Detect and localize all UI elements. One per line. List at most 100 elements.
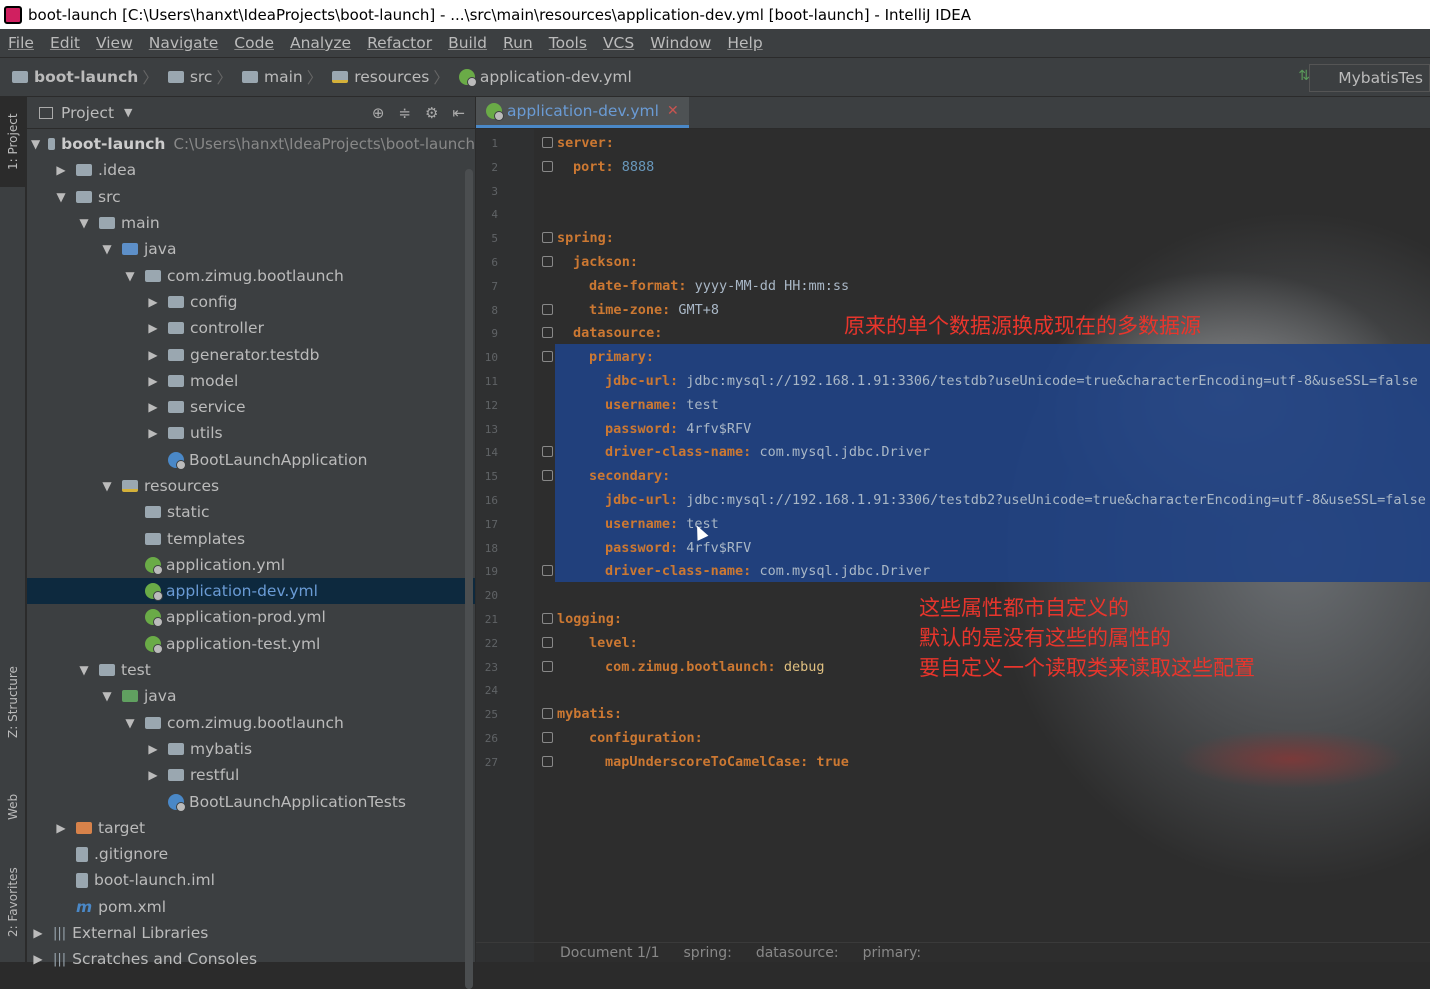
tree-item[interactable]: application-test.yml	[27, 631, 475, 657]
tree-item[interactable]: static	[27, 499, 475, 525]
gear-icon[interactable]: ⚙	[425, 104, 438, 122]
chevron-right-icon[interactable]: ▶	[146, 374, 160, 388]
tree-item[interactable]: ▶ mybatis	[27, 736, 475, 762]
tree-item[interactable]: application.yml	[27, 552, 475, 578]
tree-item[interactable]: .gitignore	[27, 841, 475, 867]
menu-item-tools[interactable]: Tools	[549, 34, 587, 52]
chevron-down-icon[interactable]: ▼	[100, 479, 114, 493]
fold-marker-icon[interactable]	[542, 732, 553, 743]
tree-item[interactable]: BootLaunchApplicationTests	[27, 788, 475, 814]
tree-item[interactable]: ▼ java	[27, 236, 475, 262]
chevron-right-icon[interactable]: ▶	[54, 821, 68, 835]
tree-item[interactable]: ▶ ||| External Libraries	[27, 920, 475, 946]
code-area[interactable]: 1 server: 2 port: 8888 3 4 5 spring: 6 jackson: 7 d…	[476, 129, 1430, 962]
editor-breadcrumb-item[interactable]: primary:	[863, 945, 922, 961]
tree-item[interactable]: templates	[27, 525, 475, 551]
fold-marker-icon[interactable]	[542, 470, 553, 482]
menu-item-code[interactable]: Code	[234, 34, 274, 52]
breadcrumb-item[interactable]: resources 〉	[332, 66, 453, 88]
fold-marker-icon[interactable]	[542, 565, 553, 577]
tab-application-dev-yml[interactable]: application-dev.yml ✕	[476, 97, 689, 128]
menu-item-build[interactable]: Build	[448, 34, 487, 52]
chevron-right-icon[interactable]: ▶	[146, 400, 160, 414]
hide-icon[interactable]: ⇤	[452, 104, 465, 122]
project-panel-title[interactable]: Project	[61, 104, 114, 122]
fold-marker-icon[interactable]	[542, 160, 553, 172]
tree-item[interactable]: ▼ test	[27, 657, 475, 683]
tree-item[interactable]: ▶ config	[27, 289, 475, 315]
menu-item-view[interactable]: View	[96, 34, 133, 52]
chevron-right-icon[interactable]: ▶	[54, 163, 68, 177]
collapse-icon[interactable]: ≑	[398, 104, 411, 122]
chevron-right-icon[interactable]: ▶	[146, 768, 160, 782]
chevron-down-icon[interactable]: ▼	[100, 242, 114, 256]
tree-item[interactable]: ▶ utils	[27, 420, 475, 446]
tree-item[interactable]: application-dev.yml	[27, 578, 475, 605]
menu-item-analyze[interactable]: Analyze	[290, 34, 351, 52]
tree-item[interactable]: ▶ service	[27, 394, 475, 420]
fold-marker-icon[interactable]	[542, 613, 553, 624]
tree-item[interactable]: ▼ com.zimug.bootlaunch	[27, 262, 475, 288]
editor-breadcrumb-item[interactable]: datasource:	[756, 945, 839, 961]
tree-item[interactable]: m pom.xml	[27, 894, 475, 920]
tree-item[interactable]: ▶ ||| Scratches and Consoles	[27, 946, 475, 972]
menu-item-file[interactable]: File	[8, 34, 34, 52]
fold-marker-icon[interactable]	[542, 446, 553, 458]
tree-item[interactable]: ▶ .idea	[27, 157, 475, 183]
chevron-down-icon[interactable]: ▼	[54, 190, 68, 204]
tree-item[interactable]: ▶ model	[27, 368, 475, 394]
tree-item[interactable]: application-prod.yml	[27, 604, 475, 630]
tree-item[interactable]: ▼ resources	[27, 473, 475, 499]
chevron-down-icon[interactable]: ▼	[123, 269, 137, 283]
menu-item-help[interactable]: Help	[727, 34, 762, 52]
editor-breadcrumb-item[interactable]: spring:	[684, 945, 732, 961]
chevron-down-icon[interactable]: ▼	[100, 689, 114, 703]
tree-item[interactable]: ▼ src	[27, 184, 475, 210]
chevron-down-icon[interactable]: ▼	[123, 716, 137, 730]
tree-item[interactable]: ▶ generator.testdb	[27, 341, 475, 367]
fold-marker-icon[interactable]	[542, 660, 553, 672]
menu-item-window[interactable]: Window	[650, 34, 711, 52]
chevron-down-icon[interactable]: ▼	[77, 663, 91, 677]
fold-marker-icon[interactable]	[542, 256, 553, 267]
tab-project[interactable]: 1: Project	[0, 97, 26, 187]
tab-web[interactable]: Web	[0, 777, 26, 837]
tree-item[interactable]: ▼ java	[27, 683, 475, 709]
scrollbar[interactable]	[465, 169, 473, 989]
tree-item[interactable]: boot-launch.iml	[27, 867, 475, 893]
fold-marker-icon[interactable]	[542, 636, 553, 648]
chevron-down-icon[interactable]: ▼	[31, 137, 40, 151]
chevron-down-icon[interactable]: ▼	[124, 106, 132, 119]
fold-marker-icon[interactable]	[542, 137, 553, 148]
fold-marker-icon[interactable]	[542, 351, 553, 363]
tree-item[interactable]: ▶ target	[27, 815, 475, 841]
fold-marker-icon[interactable]	[542, 755, 553, 767]
menu-item-edit[interactable]: Edit	[50, 34, 80, 52]
chevron-down-icon[interactable]: ▼	[77, 216, 91, 230]
chevron-right-icon[interactable]: ▶	[146, 321, 160, 335]
tree-root[interactable]: ▼ boot-launch C:\Users\hanxt\IdeaProject…	[27, 131, 475, 157]
fold-marker-icon[interactable]	[542, 303, 553, 315]
run-config-select[interactable]: MybatisTes	[1309, 64, 1430, 92]
fold-marker-icon[interactable]	[542, 327, 553, 339]
chevron-right-icon[interactable]: ▶	[146, 426, 160, 440]
menu-item-vcs[interactable]: VCS	[603, 34, 634, 52]
chevron-right-icon[interactable]: ▶	[146, 742, 160, 756]
chevron-right-icon[interactable]: ▶	[31, 926, 45, 940]
tree-item[interactable]: ▼ main	[27, 210, 475, 236]
tab-structure[interactable]: Z: Structure	[0, 657, 26, 747]
fold-marker-icon[interactable]	[542, 232, 553, 244]
tree-item[interactable]: ▶ controller	[27, 315, 475, 341]
menu-item-refactor[interactable]: Refactor	[367, 34, 432, 52]
breadcrumb-item[interactable]: boot-launch 〉	[12, 66, 162, 88]
breadcrumb-item[interactable]: src 〉	[167, 66, 236, 88]
tree-item[interactable]: BootLaunchApplication	[27, 447, 475, 473]
tree-item[interactable]: ▼ com.zimug.bootlaunch	[27, 710, 475, 736]
close-icon[interactable]: ✕	[667, 103, 679, 119]
tab-favorites[interactable]: 2: Favorites	[0, 857, 26, 947]
menu-item-navigate[interactable]: Navigate	[149, 34, 219, 52]
chevron-right-icon[interactable]: ▶	[31, 952, 45, 966]
fold-marker-icon[interactable]	[542, 708, 553, 720]
tree-item[interactable]: ▶ restful	[27, 762, 475, 788]
menu-item-run[interactable]: Run	[503, 34, 533, 52]
